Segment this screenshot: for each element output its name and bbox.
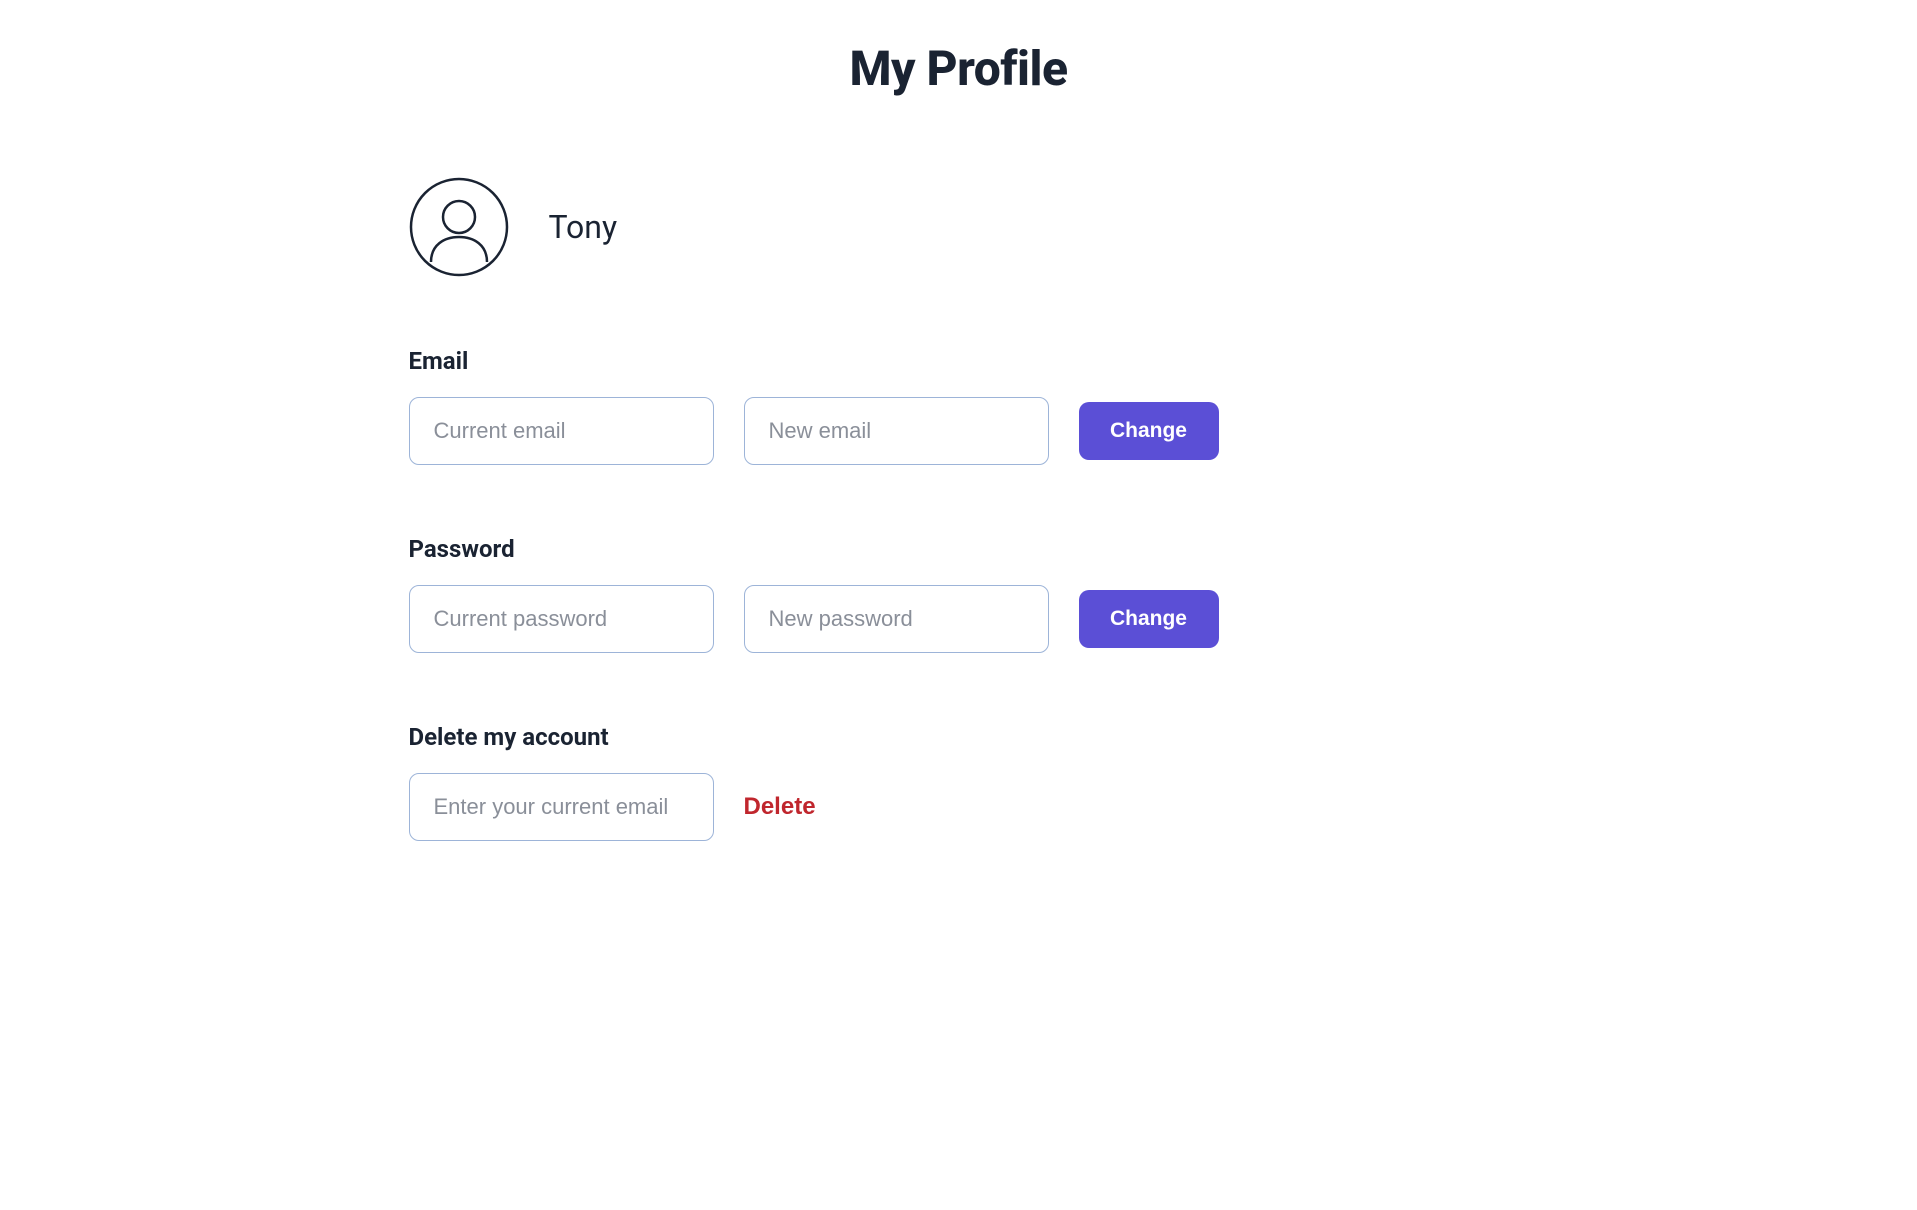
profile-header: Tony xyxy=(409,177,1509,277)
password-section: Password Change xyxy=(409,535,1509,653)
delete-confirm-email-field[interactable] xyxy=(409,773,714,841)
password-section-label: Password xyxy=(409,535,1509,563)
avatar-icon xyxy=(409,177,509,277)
username-text: Tony xyxy=(549,208,618,246)
email-section-label: Email xyxy=(409,347,1509,375)
page-title: My Profile xyxy=(409,40,1509,97)
new-email-field[interactable] xyxy=(744,397,1049,465)
current-password-field[interactable] xyxy=(409,585,714,653)
change-password-button[interactable]: Change xyxy=(1079,590,1219,648)
delete-account-button[interactable]: Delete xyxy=(744,793,816,821)
delete-account-section: Delete my account Delete xyxy=(409,723,1509,841)
email-section: Email Change xyxy=(409,347,1509,465)
new-password-field[interactable] xyxy=(744,585,1049,653)
delete-section-label: Delete my account xyxy=(409,723,1509,751)
change-email-button[interactable]: Change xyxy=(1079,402,1219,460)
current-email-field[interactable] xyxy=(409,397,714,465)
